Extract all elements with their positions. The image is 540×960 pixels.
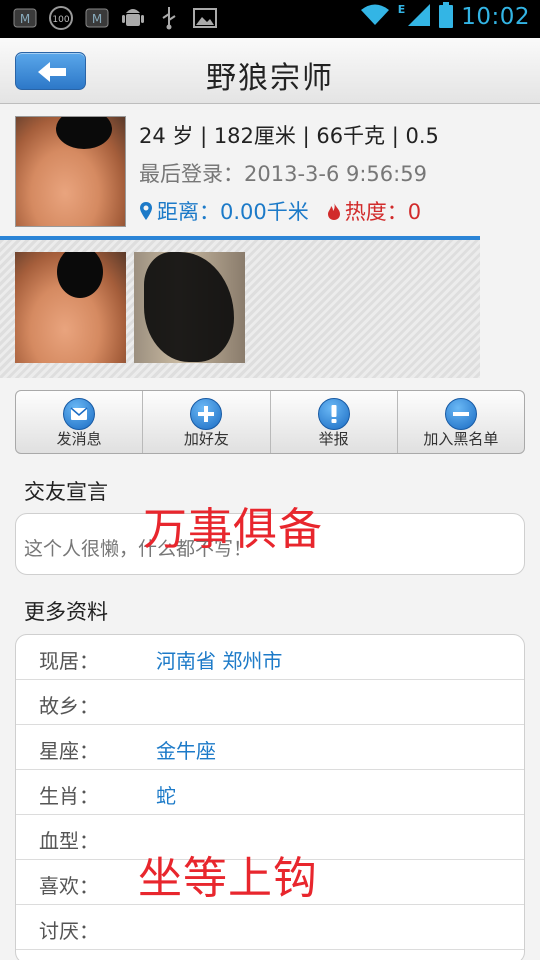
exclamation-icon bbox=[317, 398, 350, 430]
row-label: 故乡： bbox=[39, 694, 99, 718]
scribble-redaction bbox=[144, 252, 234, 362]
action-label: 加好友 bbox=[183, 430, 229, 448]
distance-text: 距离：0.00千米 bbox=[157, 200, 309, 224]
photo-thumbnail[interactable] bbox=[134, 252, 245, 363]
info-row-residence: 现居： 河南省 郑州市 bbox=[16, 635, 524, 680]
send-message-button[interactable]: 发消息 bbox=[16, 391, 144, 453]
declaration-title: 交友宣言 bbox=[24, 480, 108, 504]
distance: 距离：0.00千米 bbox=[139, 196, 309, 226]
scribble-redaction bbox=[56, 117, 112, 149]
page-title: 野狼宗师 bbox=[206, 61, 334, 96]
battery-icon bbox=[439, 2, 454, 32]
photo-gallery bbox=[0, 240, 480, 378]
profile-header: 24 岁 | 182厘米 | 66千克 | 0.5 最后登录：2013-3-6 … bbox=[0, 104, 540, 240]
clock: 10:02 bbox=[461, 4, 530, 30]
info-row-dislikes: 讨厌： bbox=[16, 905, 524, 950]
row-label: 生肖： bbox=[39, 784, 99, 808]
last-login: 最后登录：2013-3-6 9:56:59 bbox=[139, 162, 427, 186]
profile-stats: 24 岁 | 182厘米 | 66千克 | 0.5 bbox=[139, 124, 439, 148]
info-row-zodiac: 生肖： 蛇 bbox=[16, 770, 524, 815]
photo-thumbnail[interactable] bbox=[15, 252, 126, 363]
location-pin-icon bbox=[140, 202, 152, 220]
system-status: E 10:02 bbox=[360, 2, 530, 32]
action-bar: 发消息 加好友 举报 加入黑名单 bbox=[15, 390, 525, 454]
battery-100-icon: 100 bbox=[48, 5, 74, 31]
mail-icon bbox=[63, 398, 96, 430]
more-info-table: 现居： 河南省 郑州市 故乡： 星座： 金牛座 生肖： 蛇 血型： 喜欢： 讨厌… bbox=[15, 634, 525, 960]
scribble-redaction bbox=[57, 252, 103, 298]
plus-icon bbox=[190, 398, 223, 430]
overlay-caption-top: 万事俱备 bbox=[143, 504, 323, 555]
svg-text:M: M bbox=[20, 12, 30, 26]
usb-icon bbox=[156, 5, 182, 31]
action-label: 举报 bbox=[318, 430, 349, 448]
row-label: 喜欢： bbox=[39, 874, 99, 898]
title-bar: 野狼宗师 bbox=[0, 38, 540, 104]
status-bar: M 100 M E 10:02 bbox=[0, 0, 540, 38]
row-label: 星座： bbox=[39, 739, 99, 763]
row-value: 河南省 郑州市 bbox=[156, 649, 283, 673]
add-friend-button[interactable]: 加好友 bbox=[143, 391, 271, 453]
report-button[interactable]: 举报 bbox=[271, 391, 398, 453]
minus-icon bbox=[444, 398, 477, 430]
row-value: 蛇 bbox=[156, 784, 176, 808]
notification-icons: M 100 M bbox=[12, 5, 218, 31]
row-label: 现居： bbox=[39, 649, 99, 673]
wifi-icon bbox=[360, 3, 390, 31]
blacklist-button[interactable]: 加入黑名单 bbox=[398, 391, 524, 453]
app-notification-icon: M bbox=[12, 5, 38, 31]
svg-text:100: 100 bbox=[52, 15, 69, 25]
heat: 热度：0 bbox=[327, 196, 421, 226]
overlay-caption-bottom: 坐等上钩 bbox=[138, 853, 318, 904]
signal-icon bbox=[407, 3, 431, 31]
action-label: 发消息 bbox=[56, 430, 102, 448]
row-value: 金牛座 bbox=[156, 739, 216, 763]
image-notification-icon bbox=[192, 5, 218, 31]
network-type: E bbox=[397, 2, 406, 16]
more-info-title: 更多资料 bbox=[24, 600, 108, 624]
info-row-constellation: 星座： 金牛座 bbox=[16, 725, 524, 770]
distance-heat-row: 距离：0.00千米 热度：0 bbox=[139, 196, 421, 226]
android-debug-icon bbox=[120, 5, 146, 31]
avatar[interactable] bbox=[15, 116, 126, 227]
message-notification-icon: M bbox=[84, 5, 110, 31]
row-label: 血型： bbox=[39, 829, 99, 853]
flame-icon bbox=[327, 202, 340, 220]
row-label: 讨厌： bbox=[39, 919, 99, 943]
info-row-hometown: 故乡： bbox=[16, 680, 524, 725]
svg-text:M: M bbox=[92, 12, 102, 26]
heat-text: 热度：0 bbox=[344, 200, 422, 224]
action-label: 加入黑名单 bbox=[423, 430, 499, 448]
